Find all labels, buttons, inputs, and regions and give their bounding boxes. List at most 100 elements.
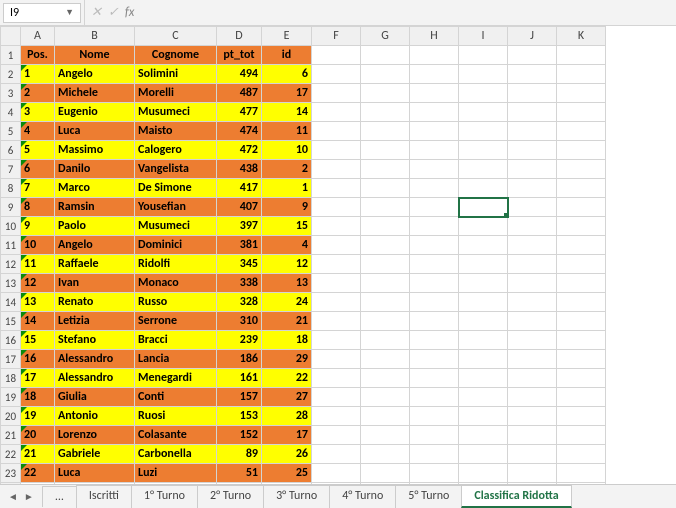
cell-I19[interactable] xyxy=(459,388,508,407)
cell-B12[interactable]: Raffaele xyxy=(55,255,135,274)
cell-D23[interactable]: 51 xyxy=(217,464,262,483)
cell-J2[interactable] xyxy=(508,65,557,84)
cell-D3[interactable]: 487 xyxy=(217,84,262,103)
cell-J5[interactable] xyxy=(508,122,557,141)
cell-E9[interactable]: 9 xyxy=(262,198,312,217)
cell-H2[interactable] xyxy=(410,65,459,84)
cell-C12[interactable]: Ridolfi xyxy=(135,255,217,274)
cell-J22[interactable] xyxy=(508,445,557,464)
cell-C13[interactable]: Monaco xyxy=(135,274,217,293)
cell-K3[interactable] xyxy=(557,84,606,103)
cell-B1[interactable]: Nome xyxy=(55,46,135,65)
row-header-14[interactable]: 14 xyxy=(1,293,21,312)
cell-G12[interactable] xyxy=(361,255,410,274)
cell-C6[interactable]: Calogero xyxy=(135,141,217,160)
cell-C15[interactable]: Serrone xyxy=(135,312,217,331)
cell-J21[interactable] xyxy=(508,426,557,445)
row-header-11[interactable]: 11 xyxy=(1,236,21,255)
cell-B21[interactable]: Lorenzo xyxy=(55,426,135,445)
cell-I4[interactable] xyxy=(459,103,508,122)
cell-A14[interactable]: 13 xyxy=(21,293,55,312)
cell-B11[interactable]: Angelo xyxy=(55,236,135,255)
cell-D17[interactable]: 186 xyxy=(217,350,262,369)
cell-E10[interactable]: 15 xyxy=(262,217,312,236)
cell-H11[interactable] xyxy=(410,236,459,255)
cell-I22[interactable] xyxy=(459,445,508,464)
cell-H21[interactable] xyxy=(410,426,459,445)
cell-J18[interactable] xyxy=(508,369,557,388)
cell-G6[interactable] xyxy=(361,141,410,160)
cell-F18[interactable] xyxy=(312,369,361,388)
cell-J10[interactable] xyxy=(508,217,557,236)
tab-ellipsis[interactable]: ... xyxy=(42,486,77,507)
cell-H9[interactable] xyxy=(410,198,459,217)
cell-G3[interactable] xyxy=(361,84,410,103)
cell-D2[interactable]: 494 xyxy=(217,65,262,84)
cell-D11[interactable]: 381 xyxy=(217,236,262,255)
cell-F11[interactable] xyxy=(312,236,361,255)
sheet-tab[interactable]: 1° Turno xyxy=(131,485,198,508)
cell-I3[interactable] xyxy=(459,84,508,103)
cell-F17[interactable] xyxy=(312,350,361,369)
cell-B10[interactable]: Paolo xyxy=(55,217,135,236)
row-header-6[interactable]: 6 xyxy=(1,141,21,160)
cell-C5[interactable]: Maisto xyxy=(135,122,217,141)
cell-E16[interactable]: 18 xyxy=(262,331,312,350)
row-header-4[interactable]: 4 xyxy=(1,103,21,122)
cell-J20[interactable] xyxy=(508,407,557,426)
cell-K2[interactable] xyxy=(557,65,606,84)
cell-F15[interactable] xyxy=(312,312,361,331)
cell-K17[interactable] xyxy=(557,350,606,369)
cell-E17[interactable]: 29 xyxy=(262,350,312,369)
cell-E8[interactable]: 1 xyxy=(262,179,312,198)
col-header-C[interactable]: C xyxy=(135,27,217,46)
cell-F6[interactable] xyxy=(312,141,361,160)
sheet-area[interactable]: ABCDEFGHIJK1Pos.NomeCognomept_totid21Ang… xyxy=(0,26,676,484)
cell-I12[interactable] xyxy=(459,255,508,274)
cell-B17[interactable]: Alessandro xyxy=(55,350,135,369)
cell-D20[interactable]: 153 xyxy=(217,407,262,426)
cell-C19[interactable]: Conti xyxy=(135,388,217,407)
row-header-9[interactable]: 9 xyxy=(1,198,21,217)
cell-E21[interactable]: 17 xyxy=(262,426,312,445)
col-header-E[interactable]: E xyxy=(262,27,312,46)
cell-E22[interactable]: 26 xyxy=(262,445,312,464)
cell-K6[interactable] xyxy=(557,141,606,160)
cell-H12[interactable] xyxy=(410,255,459,274)
cell-B6[interactable]: Massimo xyxy=(55,141,135,160)
cell-C1[interactable]: Cognome xyxy=(135,46,217,65)
row-header-20[interactable]: 20 xyxy=(1,407,21,426)
cell-K21[interactable] xyxy=(557,426,606,445)
cell-G2[interactable] xyxy=(361,65,410,84)
cell-D4[interactable]: 477 xyxy=(217,103,262,122)
cell-B9[interactable]: Ramsin xyxy=(55,198,135,217)
cell-A4[interactable]: 3 xyxy=(21,103,55,122)
cell-F4[interactable] xyxy=(312,103,361,122)
cell-B13[interactable]: Ivan xyxy=(55,274,135,293)
cell-J14[interactable] xyxy=(508,293,557,312)
cell-D12[interactable]: 345 xyxy=(217,255,262,274)
cell-K18[interactable] xyxy=(557,369,606,388)
cell-D13[interactable]: 338 xyxy=(217,274,262,293)
row-header-18[interactable]: 18 xyxy=(1,369,21,388)
cell-G9[interactable] xyxy=(361,198,410,217)
cell-B8[interactable]: Marco xyxy=(55,179,135,198)
cell-F2[interactable] xyxy=(312,65,361,84)
cell-E23[interactable]: 25 xyxy=(262,464,312,483)
cell-K7[interactable] xyxy=(557,160,606,179)
cell-K22[interactable] xyxy=(557,445,606,464)
cell-G16[interactable] xyxy=(361,331,410,350)
cell-K23[interactable] xyxy=(557,464,606,483)
col-header-J[interactable]: J xyxy=(508,27,557,46)
tab-nav-next-icon[interactable]: ► xyxy=(24,490,34,503)
spreadsheet-grid[interactable]: ABCDEFGHIJK1Pos.NomeCognomept_totid21Ang… xyxy=(0,26,606,484)
cell-J6[interactable] xyxy=(508,141,557,160)
cell-I7[interactable] xyxy=(459,160,508,179)
tab-nav-prev-icon[interactable]: ◄ xyxy=(8,490,18,503)
cell-D8[interactable]: 417 xyxy=(217,179,262,198)
cell-G19[interactable] xyxy=(361,388,410,407)
row-header-3[interactable]: 3 xyxy=(1,84,21,103)
cell-I23[interactable] xyxy=(459,464,508,483)
cell-J19[interactable] xyxy=(508,388,557,407)
name-box[interactable]: I9 ▼ xyxy=(3,3,81,23)
